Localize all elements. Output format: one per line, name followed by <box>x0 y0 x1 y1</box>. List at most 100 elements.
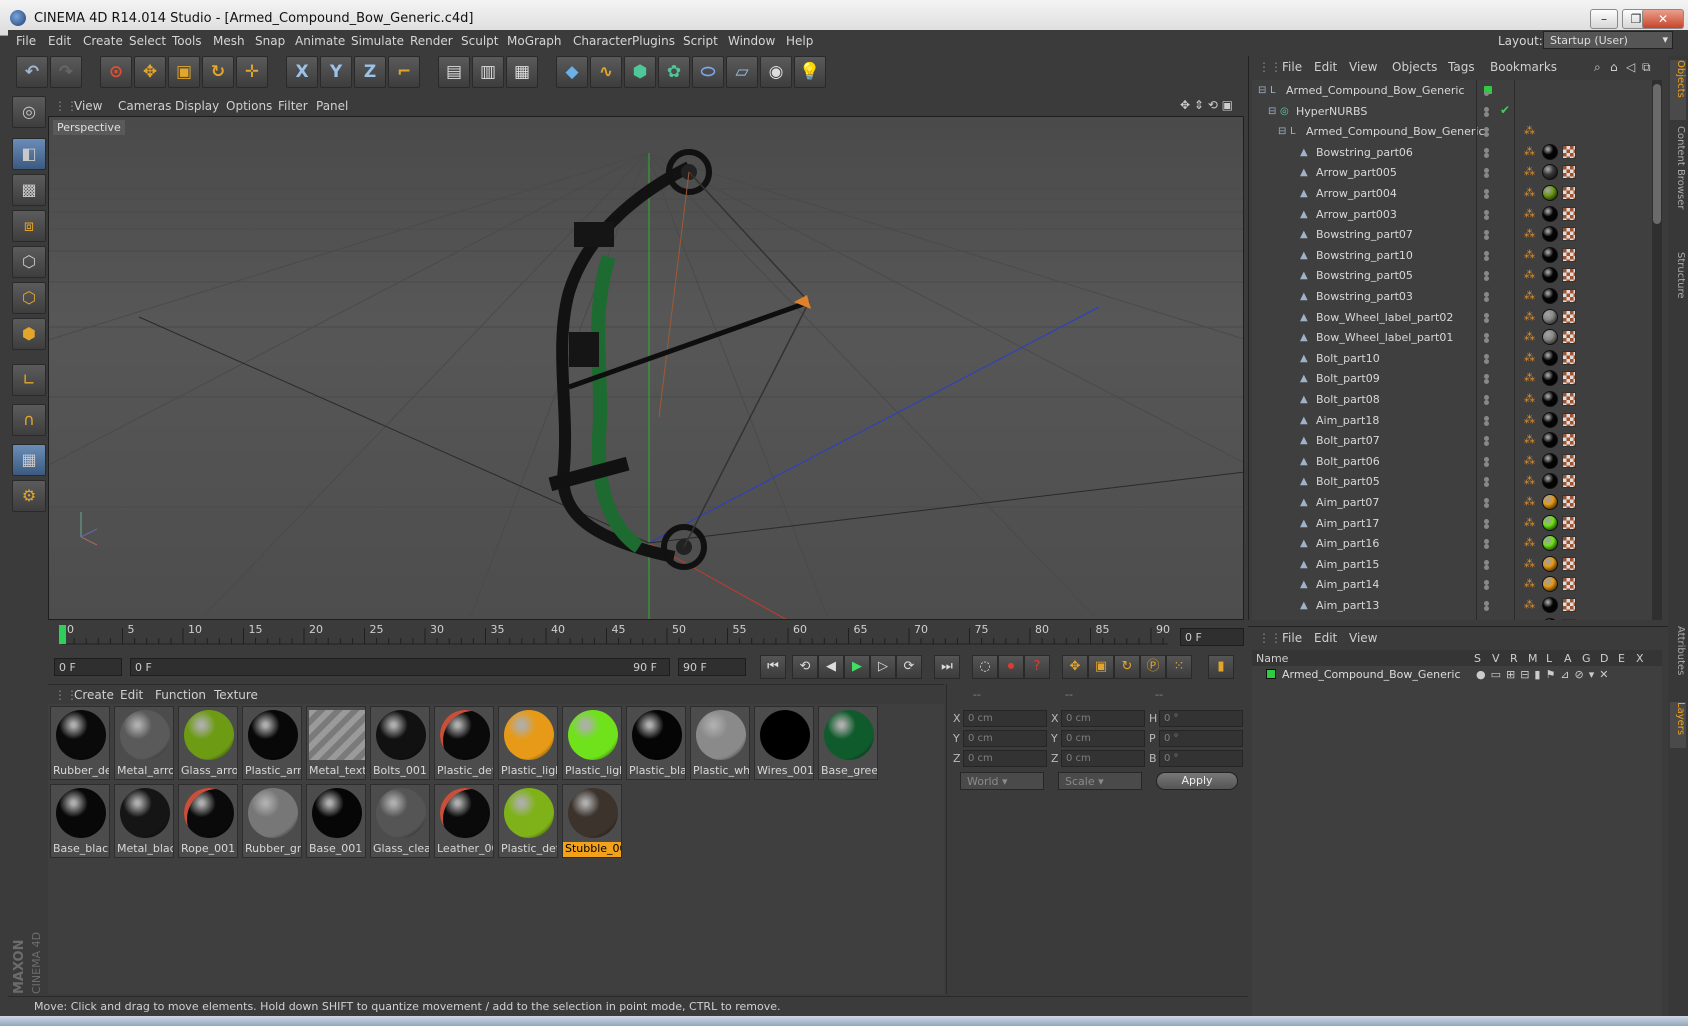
material-tag-icon[interactable] <box>1542 205 1558 222</box>
next-frame-icon[interactable]: ▷ <box>870 655 896 679</box>
position-z-field[interactable]: 0 cm <box>963 750 1047 767</box>
material-menu-function[interactable]: Function <box>155 688 206 702</box>
tree-expand-icon[interactable] <box>1288 209 1298 219</box>
visibility-dots[interactable] <box>1484 271 1506 282</box>
render-picture-viewer-icon[interactable]: ▥ <box>472 56 504 88</box>
uvw-tag-icon[interactable] <box>1562 515 1576 530</box>
tree-expand-icon[interactable] <box>1288 579 1298 589</box>
tree-expand-icon[interactable]: ⊟ <box>1258 85 1268 96</box>
object-name[interactable]: Aim_part07 <box>1316 496 1379 509</box>
menu-select[interactable]: Select <box>129 34 166 48</box>
phong-tag-icon[interactable]: ⁂ <box>1524 269 1536 281</box>
uvw-tag-icon[interactable] <box>1562 309 1576 324</box>
object-name[interactable]: Bow_Wheel_label_part01 <box>1316 331 1453 344</box>
object-menu-objects[interactable]: Objects <box>1392 60 1437 74</box>
side-tab-structure[interactable]: Structure <box>1670 252 1686 322</box>
object-name[interactable]: Arrow_part004 <box>1316 187 1397 200</box>
visibility-dots[interactable] <box>1484 312 1506 323</box>
goto-start-icon[interactable]: ⏮ <box>760 655 786 679</box>
phong-tag-icon[interactable]: ⁂ <box>1524 310 1536 323</box>
phong-tag-icon[interactable]: ⁂ <box>1524 207 1536 220</box>
visibility-dots[interactable] <box>1484 250 1506 261</box>
visibility-dots[interactable] <box>1484 230 1506 241</box>
visibility-dots[interactable] <box>1484 559 1506 570</box>
phong-tag-icon[interactable]: ⁂ <box>1524 228 1536 240</box>
object-tree-row[interactable]: ▲ Bowstring_part10 ⁂ <box>1252 245 1652 265</box>
workplane-grid-icon[interactable]: ▦ <box>12 444 46 476</box>
material-swatch[interactable]: Glass_arrov <box>178 706 238 780</box>
visibility-dots[interactable] <box>1484 353 1506 364</box>
material-swatch[interactable]: Plastic_ligh <box>562 706 622 780</box>
tree-expand-icon[interactable] <box>1288 476 1298 486</box>
material-swatch[interactable]: Base_greer <box>818 706 878 780</box>
menu-tools[interactable]: Tools <box>172 34 202 48</box>
visibility-dots[interactable] <box>1484 292 1506 302</box>
object-tree-scrollbar[interactable] <box>1652 80 1662 620</box>
side-tab-content-browser[interactable]: Content Browser <box>1670 126 1686 246</box>
material-swatch[interactable]: Metal_blac <box>114 784 174 858</box>
phong-tag-icon[interactable]: ⁂ <box>1524 578 1536 590</box>
spline-pen-icon[interactable]: ∿ <box>590 56 622 88</box>
light-icon[interactable]: 💡 <box>794 56 826 88</box>
object-name[interactable]: Bolt_part10 <box>1316 352 1380 365</box>
z-axis-lock-button[interactable]: Z <box>354 56 386 88</box>
goto-previous-key-icon[interactable]: ⟲ <box>792 655 818 679</box>
record-active-objects-icon[interactable]: ◌ <box>972 655 998 679</box>
layer-menu-file[interactable]: File <box>1282 631 1302 645</box>
timeline-window-icon[interactable]: ▮ <box>1208 655 1234 679</box>
uvw-tag-icon[interactable] <box>1562 556 1576 571</box>
object-name[interactable]: Bolt_part05 <box>1316 475 1380 488</box>
object-name[interactable]: Armed_Compound_Bow_Generic <box>1306 125 1485 138</box>
uvw-tag-icon[interactable] <box>1562 289 1576 303</box>
playhead-marker[interactable] <box>59 625 66 644</box>
visibility-dots[interactable] <box>1484 518 1506 529</box>
position-y-field[interactable]: 0 cm <box>963 730 1047 747</box>
material-tag-icon[interactable] <box>1542 143 1558 160</box>
viewport-dolly-icon[interactable]: ⇕ <box>1194 98 1204 112</box>
layer-menu-edit[interactable]: Edit <box>1314 631 1337 645</box>
object-name[interactable]: Aim_part18 <box>1316 414 1379 427</box>
menu-help[interactable]: Help <box>786 34 813 48</box>
material-tag-icon[interactable] <box>1542 597 1558 613</box>
keyframe-selection-icon[interactable]: ? <box>1024 655 1050 679</box>
side-tab-objects[interactable]: Objects <box>1670 60 1686 120</box>
material-swatch[interactable]: Plastic_blac <box>626 706 686 780</box>
layer-color-swatch[interactable] <box>1266 669 1276 679</box>
object-tree-row[interactable]: ▲ Aim_part16 ⁂ <box>1252 533 1652 553</box>
tree-expand-icon[interactable] <box>1288 332 1298 342</box>
texture-mode-icon[interactable]: ▩ <box>12 174 46 206</box>
material-tag-icon[interactable] <box>1542 514 1558 531</box>
column-divider[interactable] <box>1476 80 1477 620</box>
workplane-mode-icon[interactable]: ⧈ <box>12 210 46 242</box>
object-tree-row[interactable]: ▲ Bolt_part09 ⁂ <box>1252 368 1652 388</box>
material-menu-edit[interactable]: Edit <box>120 688 143 702</box>
material-swatch[interactable]: Rubber_de <box>50 706 110 780</box>
recent-tool-icon[interactable]: ✛ <box>236 56 268 88</box>
object-tree-row[interactable]: ▲ Aim_part14 ⁂ <box>1252 574 1652 594</box>
key-parameter-icon[interactable]: Ⓟ <box>1140 655 1166 679</box>
material-swatch[interactable]: Rubber_gra <box>242 784 302 858</box>
rotation-h-field[interactable]: 0 ° <box>1159 710 1243 727</box>
enabled-check-icon[interactable]: ✔ <box>1500 103 1510 117</box>
tree-expand-icon[interactable] <box>1288 229 1298 239</box>
material-swatch[interactable]: Plastic_whi <box>690 706 750 780</box>
visibility-dots[interactable] <box>1484 189 1506 199</box>
rotation-p-field[interactable]: 0 ° <box>1159 730 1243 747</box>
object-back-icon[interactable]: ◁ <box>1626 60 1635 74</box>
object-home-icon[interactable]: ⌂ <box>1610 60 1618 74</box>
menu-render[interactable]: Render <box>410 34 453 48</box>
tree-expand-icon[interactable] <box>1288 167 1298 177</box>
visibility-dots[interactable] <box>1484 209 1506 220</box>
material-tag-icon[interactable] <box>1542 370 1558 387</box>
visibility-dots[interactable] <box>1484 333 1506 344</box>
layer-menu-view[interactable]: View <box>1349 631 1377 645</box>
menu-plugins[interactable]: Plugins <box>632 34 675 48</box>
material-tag-icon[interactable] <box>1542 288 1558 304</box>
menu-sculpt[interactable]: Sculpt <box>461 34 498 48</box>
menu-simulate[interactable]: Simulate <box>351 34 404 48</box>
object-name[interactable]: Aim_part15 <box>1316 558 1379 571</box>
viewport-menu-display[interactable]: Display <box>175 99 219 113</box>
size-y-field[interactable]: 0 cm <box>1061 730 1145 747</box>
object-menu-edit[interactable]: Edit <box>1314 60 1337 74</box>
object-name[interactable]: Bolt_part09 <box>1316 372 1380 385</box>
